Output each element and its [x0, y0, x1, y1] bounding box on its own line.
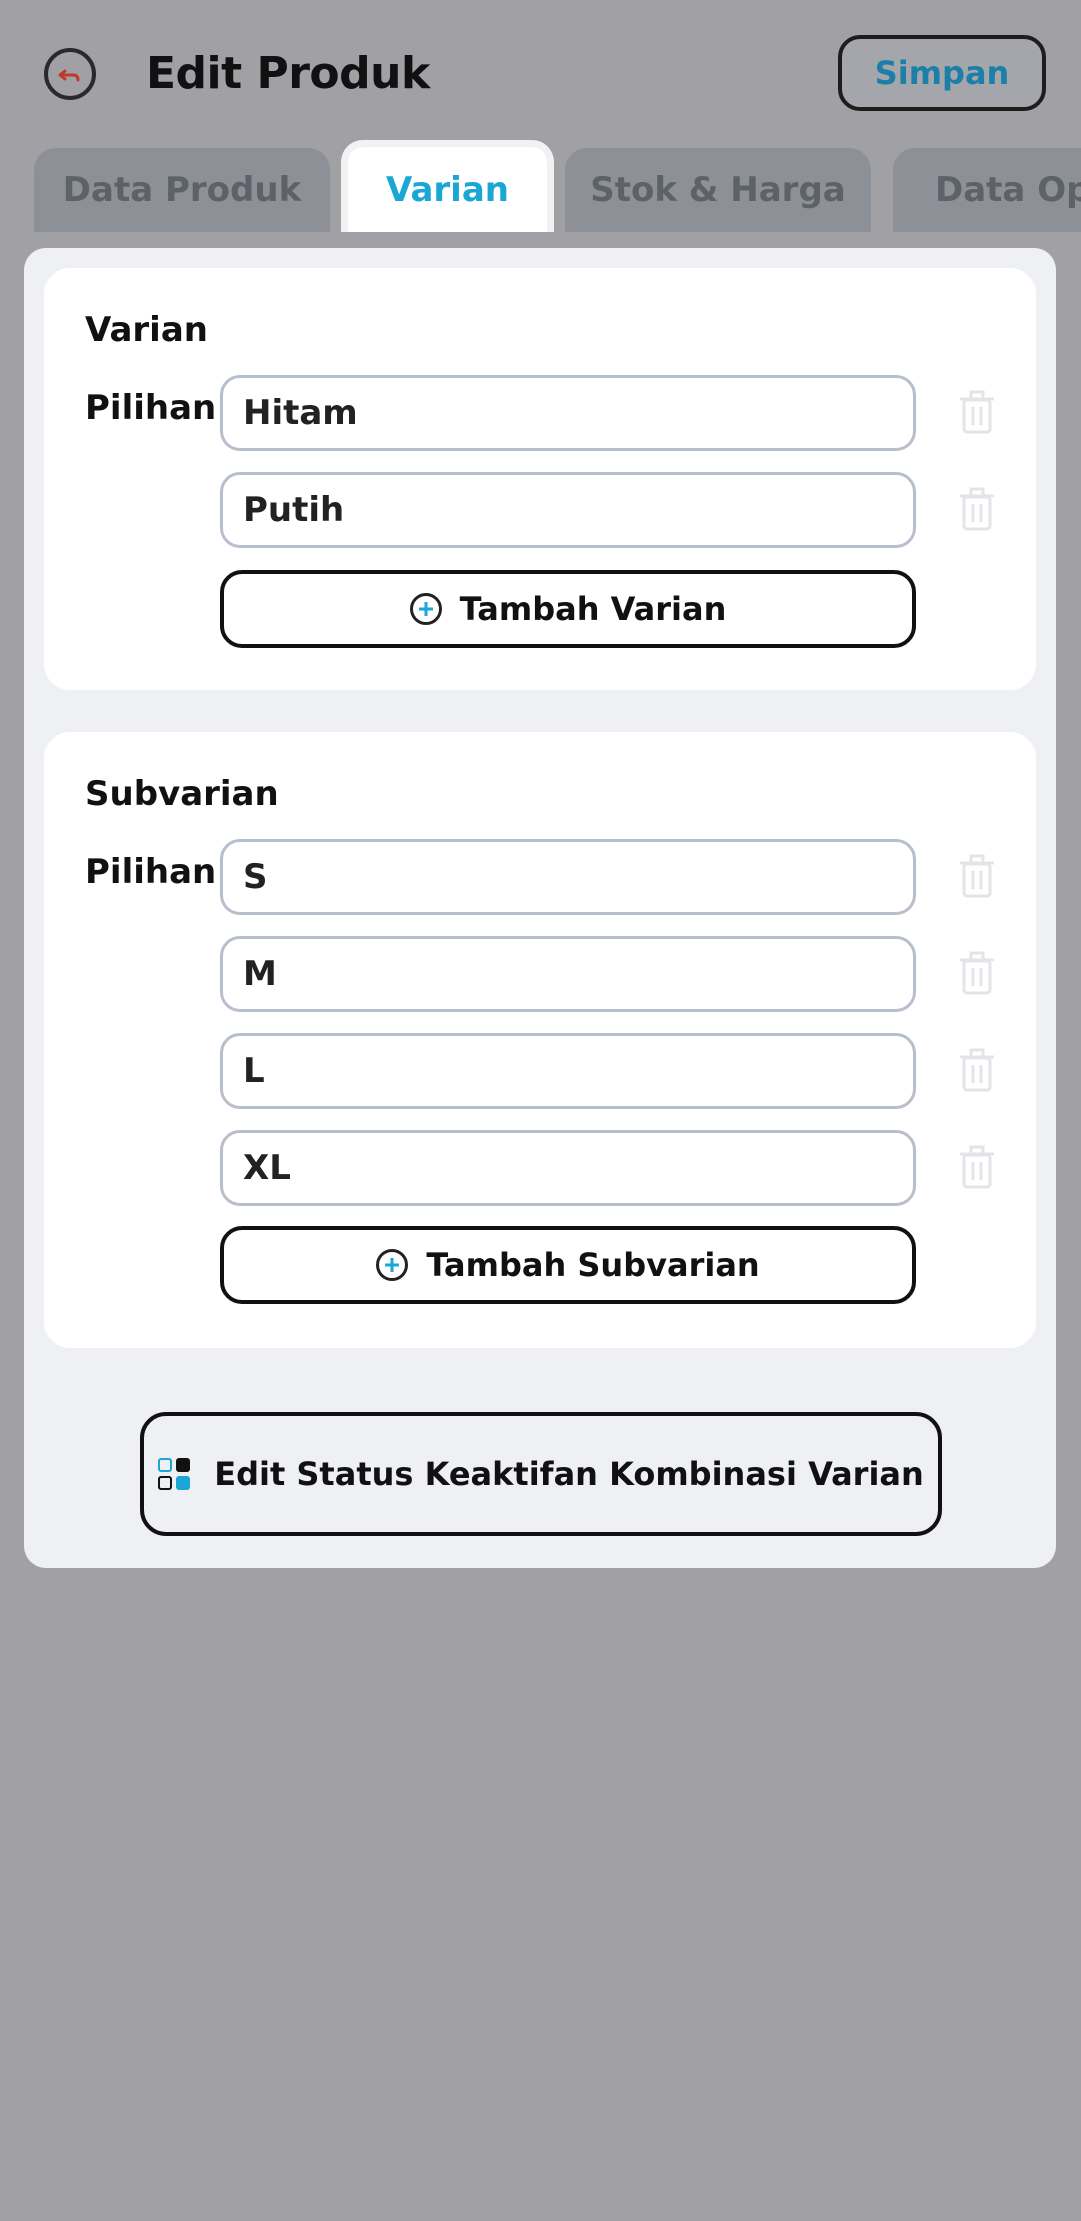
trash-icon[interactable] — [960, 1048, 994, 1092]
main-panel: Varian Pilihan Hitam Putih Tambah Varian… — [24, 248, 1056, 1568]
add-varian-label: Tambah Varian — [459, 590, 727, 628]
page-title: Edit Produk — [146, 48, 430, 99]
subvarian-option-input[interactable]: M — [220, 936, 916, 1012]
subvarian-title: Subvarian — [85, 774, 279, 814]
tab-stok-harga[interactable]: Stok & Harga — [565, 148, 871, 232]
edit-combination-status-button[interactable]: Edit Status Keaktifan Kombinasi Varian — [140, 1412, 942, 1536]
tab-data-ops[interactable]: Data Ops — [893, 148, 1081, 232]
tab-data-produk[interactable]: Data Produk — [34, 148, 330, 232]
add-subvarian-button[interactable]: Tambah Subvarian — [220, 1226, 916, 1304]
plus-circle-icon — [409, 593, 442, 625]
back-button[interactable] — [44, 48, 96, 100]
trash-icon[interactable] — [960, 487, 994, 531]
add-subvarian-label: Tambah Subvarian — [426, 1246, 760, 1284]
varian-option-input[interactable]: Putih — [220, 472, 916, 548]
add-varian-button[interactable]: Tambah Varian — [220, 570, 916, 648]
trash-icon[interactable] — [960, 951, 994, 995]
trash-icon[interactable] — [960, 854, 994, 898]
subvarian-pilihan-label: Pilihan — [85, 852, 217, 892]
plus-circle-icon — [376, 1249, 409, 1281]
edit-combination-status-label: Edit Status Keaktifan Kombinasi Varian — [214, 1455, 924, 1493]
subvarian-option-input[interactable]: L — [220, 1033, 916, 1109]
varian-pilihan-label: Pilihan — [85, 388, 217, 428]
save-button[interactable]: Simpan — [838, 35, 1046, 111]
trash-icon[interactable] — [960, 1145, 994, 1189]
app-header: Edit Produk Simpan — [0, 0, 1081, 140]
tab-bar: Data Produk Varian Stok & Harga Data Ops — [0, 140, 1081, 232]
varian-option-input[interactable]: Hitam — [220, 375, 916, 451]
tab-varian[interactable]: Varian — [341, 140, 554, 232]
back-arrow-icon — [58, 69, 80, 82]
varian-title: Varian — [85, 310, 208, 350]
varian-card: Varian Pilihan Hitam Putih Tambah Varian — [44, 268, 1036, 690]
grid-icon — [158, 1458, 191, 1490]
subvarian-card: Subvarian Pilihan S M L XL Tambah Subvar… — [44, 732, 1036, 1348]
subvarian-option-input[interactable]: S — [220, 839, 916, 915]
subvarian-option-input[interactable]: XL — [220, 1130, 916, 1206]
trash-icon[interactable] — [960, 390, 994, 434]
